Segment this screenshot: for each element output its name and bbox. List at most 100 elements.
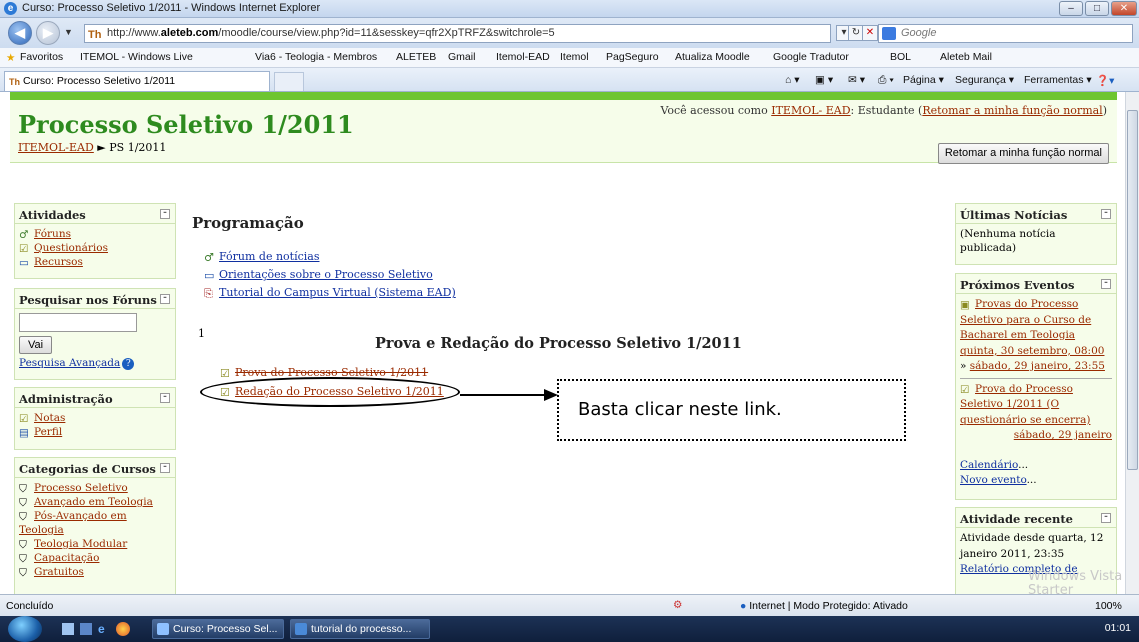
category-item[interactable]: ⛉ Processo Seletivo: [19, 481, 171, 495]
block-header: Categorias de Cursos -: [15, 458, 175, 478]
category-label: Teologia Modular: [34, 538, 128, 550]
scrollbar-thumb[interactable]: [1127, 110, 1138, 470]
zoom-level[interactable]: 100%: [1095, 600, 1122, 612]
tab-active[interactable]: Th Curso: Processo Seletivo 1/2011: [4, 71, 270, 91]
new-event-link[interactable]: Novo evento: [960, 474, 1027, 486]
collapse-icon[interactable]: -: [160, 393, 170, 403]
collapse-icon[interactable]: -: [160, 209, 170, 219]
security-zone[interactable]: ● Internet | Modo Protegido: Ativado: [740, 600, 908, 612]
activity-forums[interactable]: ♂ Fóruns: [19, 227, 171, 241]
switch-windows-icon[interactable]: [80, 623, 92, 635]
fav-item-0[interactable]: ITEMOL - Windows Live: [80, 51, 193, 63]
feeds-icon[interactable]: ▣ ▾: [815, 74, 833, 86]
admin-profile[interactable]: ▤ Perfil: [19, 425, 171, 439]
admin-grades[interactable]: ☑ Notas: [19, 411, 171, 425]
collapse-icon[interactable]: -: [1101, 209, 1111, 219]
help-icon[interactable]: ❓▾: [1096, 74, 1114, 87]
category-item[interactable]: ⛉ Avançado em Teologia: [19, 495, 171, 509]
calendar-link[interactable]: Calendário: [960, 459, 1018, 471]
mail-icon[interactable]: ✉ ▾: [848, 74, 865, 86]
return-role-link[interactable]: Retomar a minha função normal: [922, 104, 1102, 117]
category-label: Avançado em Teologia: [34, 496, 153, 508]
security-menu[interactable]: Segurança ▾: [955, 74, 1014, 86]
history-dropdown-icon[interactable]: ▼: [64, 27, 73, 37]
search-input[interactable]: Google: [878, 24, 1133, 43]
home-icon[interactable]: ⌂ ▾: [785, 74, 800, 86]
fav-item-10[interactable]: Aleteb Mail: [940, 51, 992, 63]
advanced-search-link[interactable]: Pesquisa Avançada: [19, 357, 120, 369]
category-item[interactable]: ⛉ Pós-Avançado em Teologia: [19, 509, 171, 537]
category-icon: ⛉: [19, 539, 27, 551]
start-button[interactable]: [8, 616, 42, 642]
star-icon: ★: [6, 52, 16, 64]
taskbar-item-browser[interactable]: Curso: Processo Sel...: [152, 619, 284, 639]
activity-quizzes[interactable]: ☑ Questionários: [19, 241, 171, 255]
activity-resources[interactable]: ▭ Recursos: [19, 255, 171, 269]
close-button[interactable]: ✕: [1111, 1, 1137, 16]
browser-quicklaunch-icon[interactable]: [116, 622, 130, 636]
breadcrumb-home-link[interactable]: ITEMOL-EAD: [18, 141, 94, 154]
block-title: Atividades: [19, 208, 86, 222]
fav-label: Google Tradutor: [773, 51, 849, 63]
forward-button[interactable]: ▶: [36, 21, 60, 45]
help-icon[interactable]: ?: [122, 358, 135, 370]
event-1[interactable]: ▣ Provas do Processo Seletivo para o Curs…: [960, 297, 1112, 344]
fav-item-3[interactable]: Gmail: [448, 51, 475, 63]
stop-icon[interactable]: ✕: [862, 25, 878, 41]
news-forum-link[interactable]: ♂ Fórum de notícias: [204, 250, 320, 264]
quiz-icon: ☑: [19, 243, 29, 255]
show-desktop-icon[interactable]: [62, 623, 74, 635]
category-label: Capacitação: [34, 552, 100, 564]
category-icon: ⛉: [19, 567, 27, 579]
print-icon[interactable]: ⎙ ▾: [878, 74, 894, 87]
event-date-link[interactable]: sábado, 29 janeiro: [1014, 429, 1112, 441]
forum-search-go-button[interactable]: Vai: [19, 336, 53, 354]
clock[interactable]: 01:01: [1105, 622, 1131, 634]
guidelines-link[interactable]: ▭ Orientações sobre o Processo Seletivo: [204, 268, 433, 282]
category-item[interactable]: ⛉ Gratuitos: [19, 565, 171, 579]
callout-ellipse: [200, 377, 460, 407]
search-placeholder: Google: [901, 27, 937, 39]
forum-search-input[interactable]: [19, 313, 137, 332]
taskbar-item-document[interactable]: tutorial do processo...: [290, 619, 430, 639]
fav-item-4[interactable]: Itemol-EAD: [496, 51, 550, 63]
address-input[interactable]: Th http://www.aleteb.com/moodle/course/v…: [84, 24, 831, 43]
fav-item-8[interactable]: Google Tradutor: [773, 51, 849, 63]
event-date-link[interactable]: quinta, 30 setembro, 08:00: [960, 345, 1104, 357]
popup-blocker-icon[interactable]: ⚙: [673, 599, 682, 611]
tutorial-link[interactable]: ⎘ Tutorial do Campus Virtual (Sistema EAD…: [204, 286, 456, 300]
page-menu[interactable]: Página ▾: [903, 74, 944, 86]
category-item[interactable]: ⛉ Capacitação: [19, 551, 171, 565]
category-item[interactable]: ⛉ Teologia Modular: [19, 537, 171, 551]
category-label: Pós-Avançado em Teologia: [19, 510, 127, 536]
ie-quicklaunch-icon[interactable]: e: [98, 622, 105, 636]
new-tab-button[interactable]: [274, 72, 304, 91]
tab-bar: Th Curso: Processo Seletivo 1/2011 ⌂ ▾ ▣…: [0, 68, 1139, 92]
collapse-icon[interactable]: -: [1101, 279, 1111, 289]
collapse-icon[interactable]: -: [160, 294, 170, 304]
login-close: ): [1102, 104, 1107, 117]
fav-item-5[interactable]: Itemol: [560, 51, 589, 63]
vertical-scrollbar[interactable]: [1125, 92, 1139, 594]
minimize-button[interactable]: –: [1059, 1, 1083, 16]
window-titlebar[interactable]: e Curso: Processo Seletivo 1/2011 - Wind…: [0, 0, 1139, 18]
fav-item-1[interactable]: Via6 - Teologia - Membros: [255, 51, 377, 63]
event-2[interactable]: ☑ Prova do Processo Seletivo 1/2011 (O qu…: [960, 382, 1112, 429]
back-button[interactable]: ◀: [8, 21, 32, 45]
administration-block: Administração - ☑ Notas ▤ Perfil: [14, 387, 176, 450]
event-icon: ▣: [960, 299, 970, 311]
collapse-icon[interactable]: -: [160, 463, 170, 473]
maximize-button[interactable]: □: [1085, 1, 1109, 16]
event-date-link[interactable]: sábado, 29 janeiro, 23:55: [970, 360, 1105, 372]
block-title: Categorias de Cursos: [19, 462, 156, 476]
tab-label: Curso: Processo Seletivo 1/2011: [23, 75, 176, 87]
login-user-link[interactable]: ITEMOL- EAD: [771, 104, 850, 117]
fav-item-2[interactable]: ALETEB: [396, 51, 436, 63]
favorites-button[interactable]: ★ Favoritos: [6, 51, 63, 64]
fav-item-9[interactable]: BOL: [890, 51, 911, 63]
tools-menu[interactable]: Ferramentas ▾: [1024, 74, 1092, 86]
return-role-button[interactable]: Retomar a minha função normal: [937, 143, 1109, 164]
fav-item-7[interactable]: Atualiza Moodle: [675, 51, 750, 63]
collapse-icon[interactable]: -: [1101, 513, 1111, 523]
fav-item-6[interactable]: PagSeguro: [606, 51, 659, 63]
